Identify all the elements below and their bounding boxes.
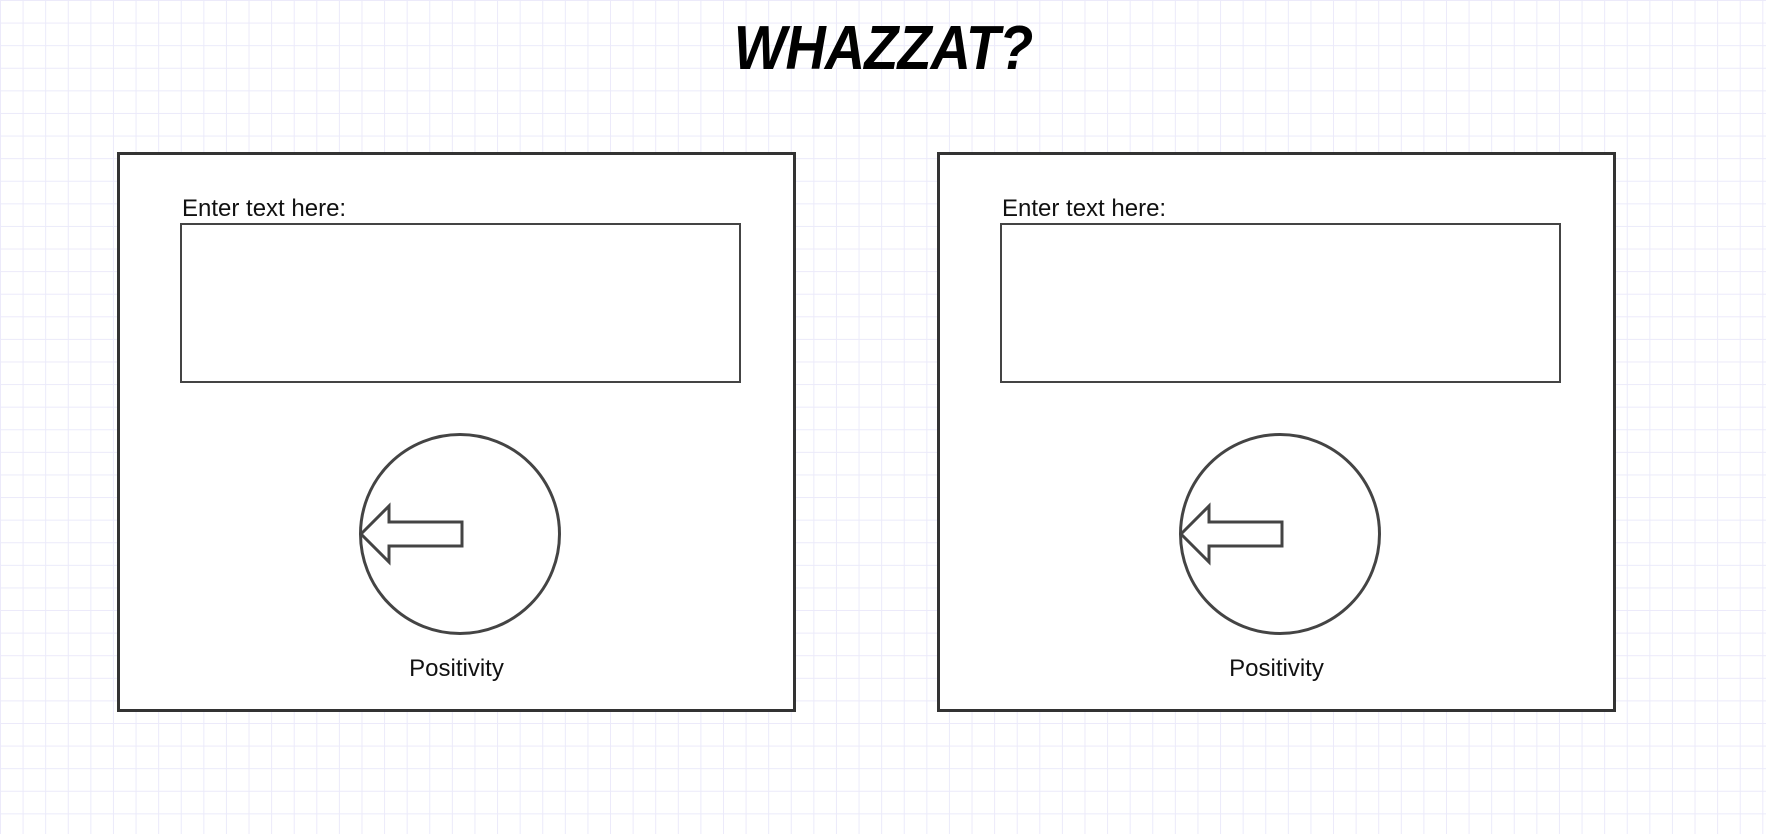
submit-circle-button[interactable] bbox=[1179, 433, 1381, 635]
text-input-label: Enter text here: bbox=[182, 195, 347, 222]
sentiment-caption: Positivity bbox=[1229, 655, 1324, 682]
analysis-panel-left: Enter text here: Positivity bbox=[117, 152, 796, 712]
left-arrow-icon bbox=[1179, 502, 1284, 566]
analysis-panel-right: Enter text here: Positivity bbox=[937, 152, 1616, 712]
text-input-label: Enter text here: bbox=[1002, 195, 1167, 222]
submit-circle-button[interactable] bbox=[359, 433, 561, 635]
sentiment-caption: Positivity bbox=[409, 655, 504, 682]
page-title: WHAZZAT? bbox=[733, 14, 1033, 83]
text-input-field[interactable] bbox=[180, 223, 741, 383]
left-arrow-icon bbox=[359, 502, 464, 566]
text-input-field[interactable] bbox=[1000, 223, 1561, 383]
